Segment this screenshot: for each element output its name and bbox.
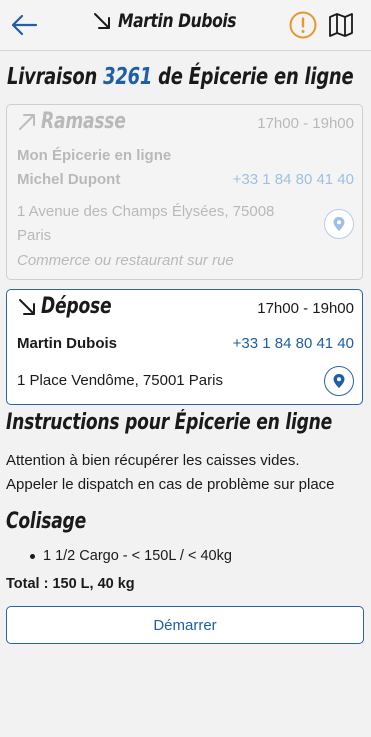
dropoff-contact: Martin Dubois xyxy=(17,335,117,352)
pickup-title: Ramasse xyxy=(41,109,126,134)
pickup-card: Ramasse 17h00 - 19h00 Mon Épicerie en li… xyxy=(6,104,363,280)
pickup-contact: Michel Dupont xyxy=(17,171,121,188)
delivery-heading: Livraison 3261 de Épicerie en ligne xyxy=(7,64,354,90)
arrow-left-icon[interactable] xyxy=(10,12,38,38)
pickup-address-line1: 1 Avenue des Champs Élysées, 75008 xyxy=(17,203,275,220)
dropoff-time: 17h00 - 19h00 xyxy=(257,300,354,317)
exclamation-circle-icon[interactable] xyxy=(289,11,317,39)
pickup-time: 17h00 - 19h00 xyxy=(257,115,354,132)
packaging-item-label: 1 1/2 Cargo - < 150L / < 40kg xyxy=(43,548,232,564)
arrow-down-right-icon xyxy=(19,298,35,315)
pickup-address-line2: Paris xyxy=(17,227,52,244)
dropoff-location-button[interactable] xyxy=(324,366,354,396)
packaging-total: Total : 150 L, 40 kg xyxy=(6,576,135,592)
bullet-dot xyxy=(30,553,35,559)
instructions-line2: Appeler le dispatch en cas de problème s… xyxy=(6,476,335,493)
dropoff-title: Dépose xyxy=(41,294,112,319)
dropoff-address: 1 Place Vendôme, 75001 Paris xyxy=(17,372,223,389)
arrow-down-right-icon xyxy=(94,13,110,29)
dropoff-phone[interactable]: +33 1 84 80 41 40 xyxy=(233,335,354,352)
header-title-group: Martin Dubois xyxy=(92,10,262,32)
delivery-number: 3261 xyxy=(103,64,153,90)
instructions-title: Instructions pour Épicerie en ligne xyxy=(6,410,333,435)
dropoff-card: Dépose 17h00 - 19h00 Martin Dubois +33 1… xyxy=(6,289,363,405)
instructions-line1: Attention à bien récupérer les caisses v… xyxy=(6,452,300,469)
top-bar: Martin Dubois xyxy=(0,0,371,51)
packaging-item: 1 1/2 Cargo - < 150L / < 40kg xyxy=(30,548,232,564)
pickup-company: Mon Épicerie en ligne xyxy=(17,147,172,164)
pickup-place-type: Commerce ou restaurant sur rue xyxy=(17,252,234,269)
pickup-title-group: Ramasse xyxy=(17,109,150,134)
delivery-label-prefix: Livraison xyxy=(7,64,98,90)
packaging-title: Colisage xyxy=(6,509,86,534)
map-pin-icon xyxy=(333,374,345,388)
start-button[interactable]: Démarrer xyxy=(6,606,364,644)
pickup-phone[interactable]: +33 1 84 80 41 40 xyxy=(233,171,354,188)
pickup-location-button[interactable] xyxy=(324,209,354,239)
map-icon[interactable] xyxy=(328,12,354,38)
dropoff-title-group: Dépose xyxy=(17,294,131,319)
map-pin-icon xyxy=(333,217,345,231)
delivery-label-suffix: de Épicerie en ligne xyxy=(158,64,354,90)
arrow-up-right-icon xyxy=(19,113,35,130)
page-title: Martin Dubois xyxy=(118,10,237,32)
